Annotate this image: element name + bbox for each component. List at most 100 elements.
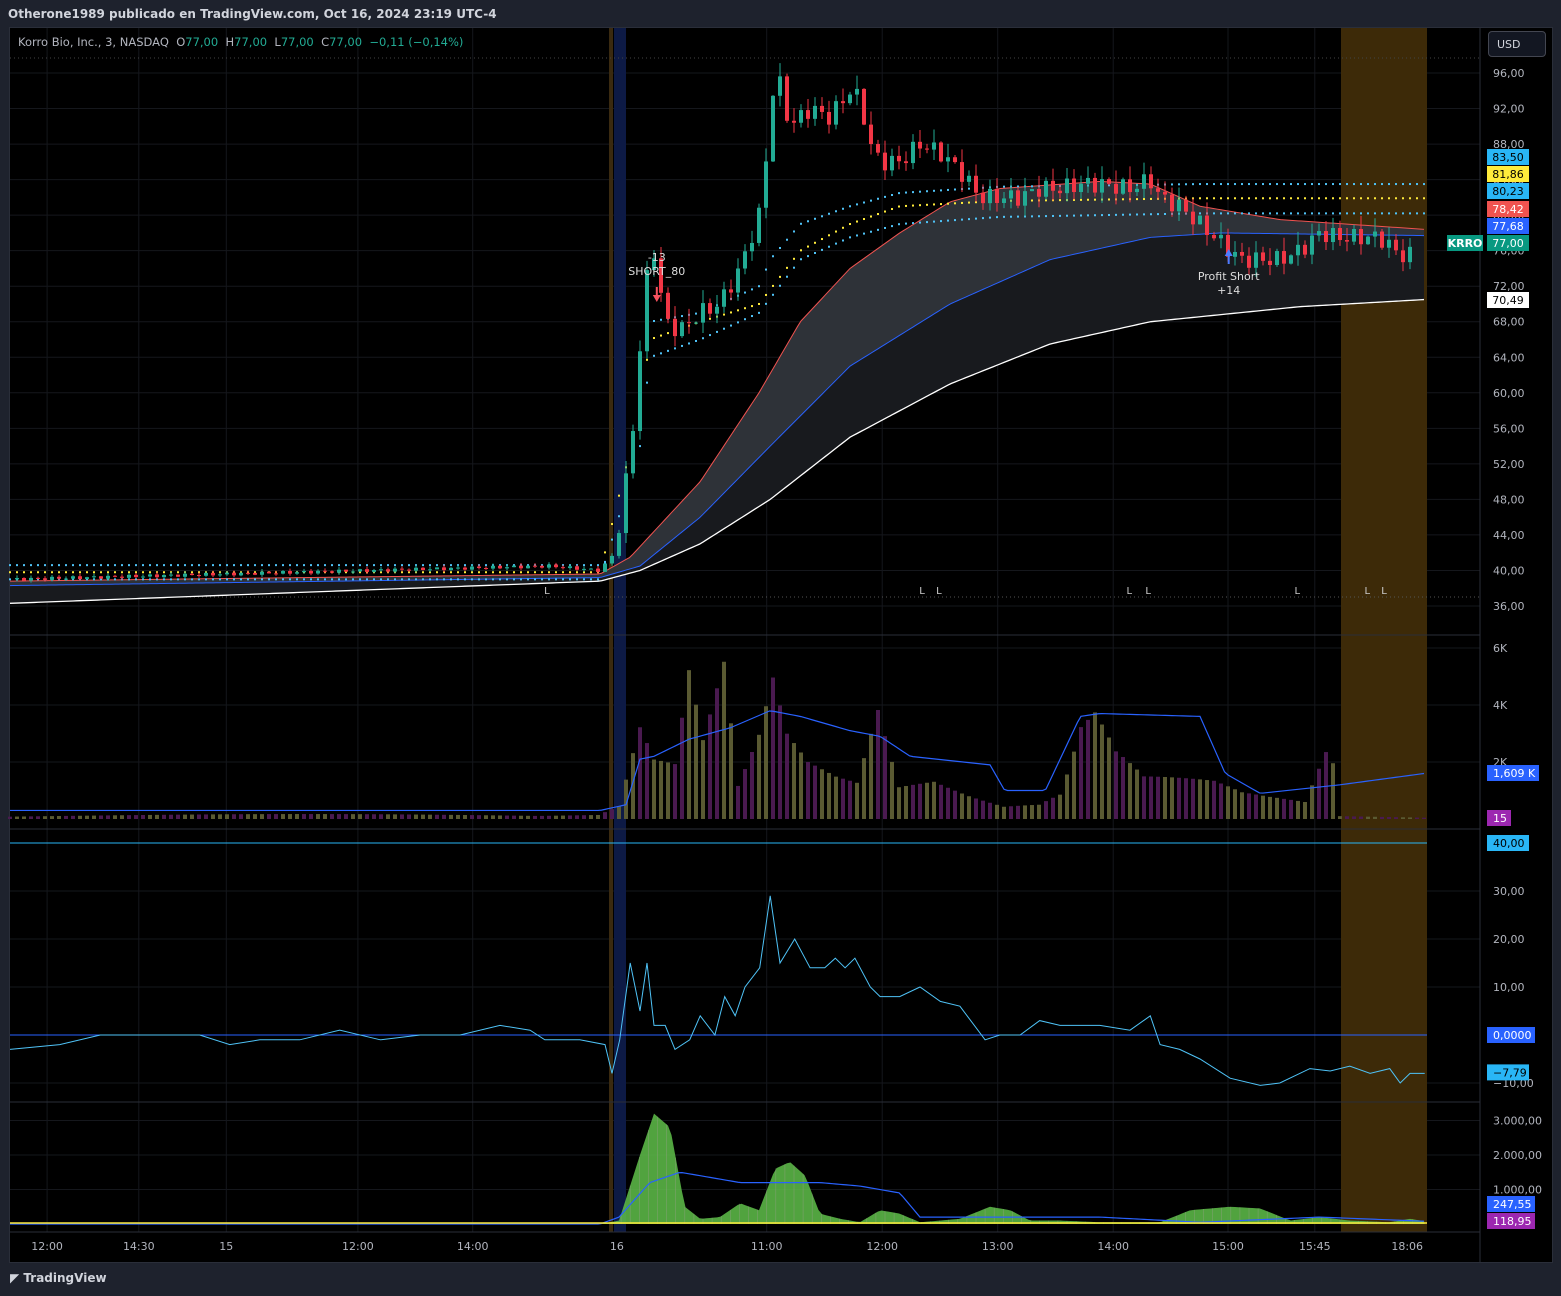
indicator-dot (1346, 197, 1348, 200)
volume-bar (995, 804, 999, 819)
indicator-dot (1234, 197, 1236, 200)
indicator-dot (968, 218, 970, 221)
candle-body (897, 155, 901, 162)
l-marker: L (1295, 586, 1301, 597)
indicator-dot (1388, 183, 1390, 186)
indicator-dot (1325, 212, 1327, 215)
indicator-dot (765, 268, 767, 271)
volume-bar (190, 814, 194, 819)
chart-canvas[interactable]: 96,0092,0088,0084,0080,0076,0072,0068,00… (0, 0, 1561, 1296)
indicator-dot (37, 571, 39, 574)
indicator-dot (870, 230, 872, 233)
indicator-dot (1409, 197, 1411, 200)
indicator-dot (394, 564, 396, 567)
indicator-dot (905, 222, 907, 225)
candle-body (729, 289, 733, 293)
volume-bar (897, 787, 901, 819)
tradingview-logo[interactable]: ◤ TradingView (10, 1271, 107, 1285)
volume-bar (785, 733, 789, 819)
candle-body (15, 577, 19, 580)
candle-body (1282, 251, 1286, 264)
indicator-dot (653, 354, 655, 357)
indicator-dot (1073, 214, 1075, 217)
indicator-dot (247, 578, 249, 581)
candle-body (1156, 188, 1160, 192)
indicator-dot (576, 578, 578, 581)
indicator-dot (849, 223, 851, 226)
oscillator-level-value: 40,00 (1493, 837, 1525, 850)
open-label: O (176, 35, 186, 49)
indicator-dot (940, 189, 942, 192)
candle-body (834, 101, 838, 125)
candle-body (484, 568, 488, 570)
indicator-dot (9, 564, 11, 567)
price-tick-label: 68,00 (1493, 316, 1525, 329)
volume-bar (281, 814, 285, 819)
volume-bar (1303, 801, 1307, 819)
histogram-tick-label: 1.000,00 (1493, 1184, 1542, 1197)
volume-bar (946, 787, 950, 819)
indicator-dot (695, 312, 697, 315)
indicator-dot (933, 189, 935, 192)
indicator-dot (492, 571, 494, 574)
volume-bar (127, 815, 131, 819)
candle-body (1247, 255, 1251, 268)
indicator-dot (996, 216, 998, 219)
volume-bar (442, 814, 446, 819)
volume-bar (589, 815, 593, 819)
indicator-dot (233, 578, 235, 581)
indicator-dot (1031, 185, 1033, 188)
oscillator-tick-label: 20,00 (1493, 933, 1525, 946)
volume-bar (302, 814, 306, 819)
indicator-dot (331, 578, 333, 581)
volume-bar (1282, 798, 1286, 819)
candle-body (78, 576, 82, 579)
indicator-dot (1080, 214, 1082, 217)
candle-body (1170, 194, 1174, 212)
candle-body (456, 567, 460, 569)
indicator-dot (30, 564, 32, 567)
volume-bar (1205, 780, 1209, 819)
indicator-dot (1227, 183, 1229, 186)
indicator-dot (275, 578, 277, 581)
indicator-dot (1283, 197, 1285, 200)
candle-body (365, 569, 369, 572)
symbol-tag: KRRO (1448, 237, 1483, 250)
histogram-tick-label: 3.000,00 (1493, 1115, 1542, 1128)
indicator-dot (1416, 183, 1418, 186)
time-tick-label: 18:06 (1391, 1240, 1423, 1253)
symbol-name[interactable]: Korro Bio, Inc., 3, NASDAQ (18, 35, 169, 49)
currency-button[interactable]: USD (1488, 31, 1546, 57)
candle-body (778, 76, 782, 96)
indicator-dot (471, 571, 473, 574)
indicator-dot (1353, 183, 1355, 186)
volume-bar (239, 814, 243, 819)
candle-body (911, 141, 915, 164)
indicator-dot (1318, 212, 1320, 215)
candle-body (1401, 250, 1405, 263)
candle-body (1184, 199, 1188, 212)
indicator-dot (1108, 198, 1110, 201)
volume-bar (1324, 752, 1328, 819)
volume-bar (729, 723, 733, 819)
candle-body (785, 76, 789, 121)
l-marker: L (919, 586, 925, 597)
indicator-dot (842, 226, 844, 229)
indicator-dot (653, 320, 655, 323)
volume-bar (1373, 816, 1377, 819)
indicator-dot (821, 215, 823, 218)
volume-bar (50, 816, 54, 819)
candle-body (715, 306, 719, 314)
indicator-dot (793, 266, 795, 269)
candle-body (29, 577, 33, 581)
volume-bar (1275, 797, 1279, 819)
volume-bar (547, 815, 551, 819)
indicator-dot (478, 571, 480, 574)
volume-bar (736, 785, 740, 819)
indicator-dot (1220, 212, 1222, 215)
indicator-dot (870, 199, 872, 202)
volume-bar (799, 752, 803, 819)
indicator-dot (1276, 197, 1278, 200)
indicator-dot (814, 251, 816, 254)
candle-body (890, 155, 894, 171)
